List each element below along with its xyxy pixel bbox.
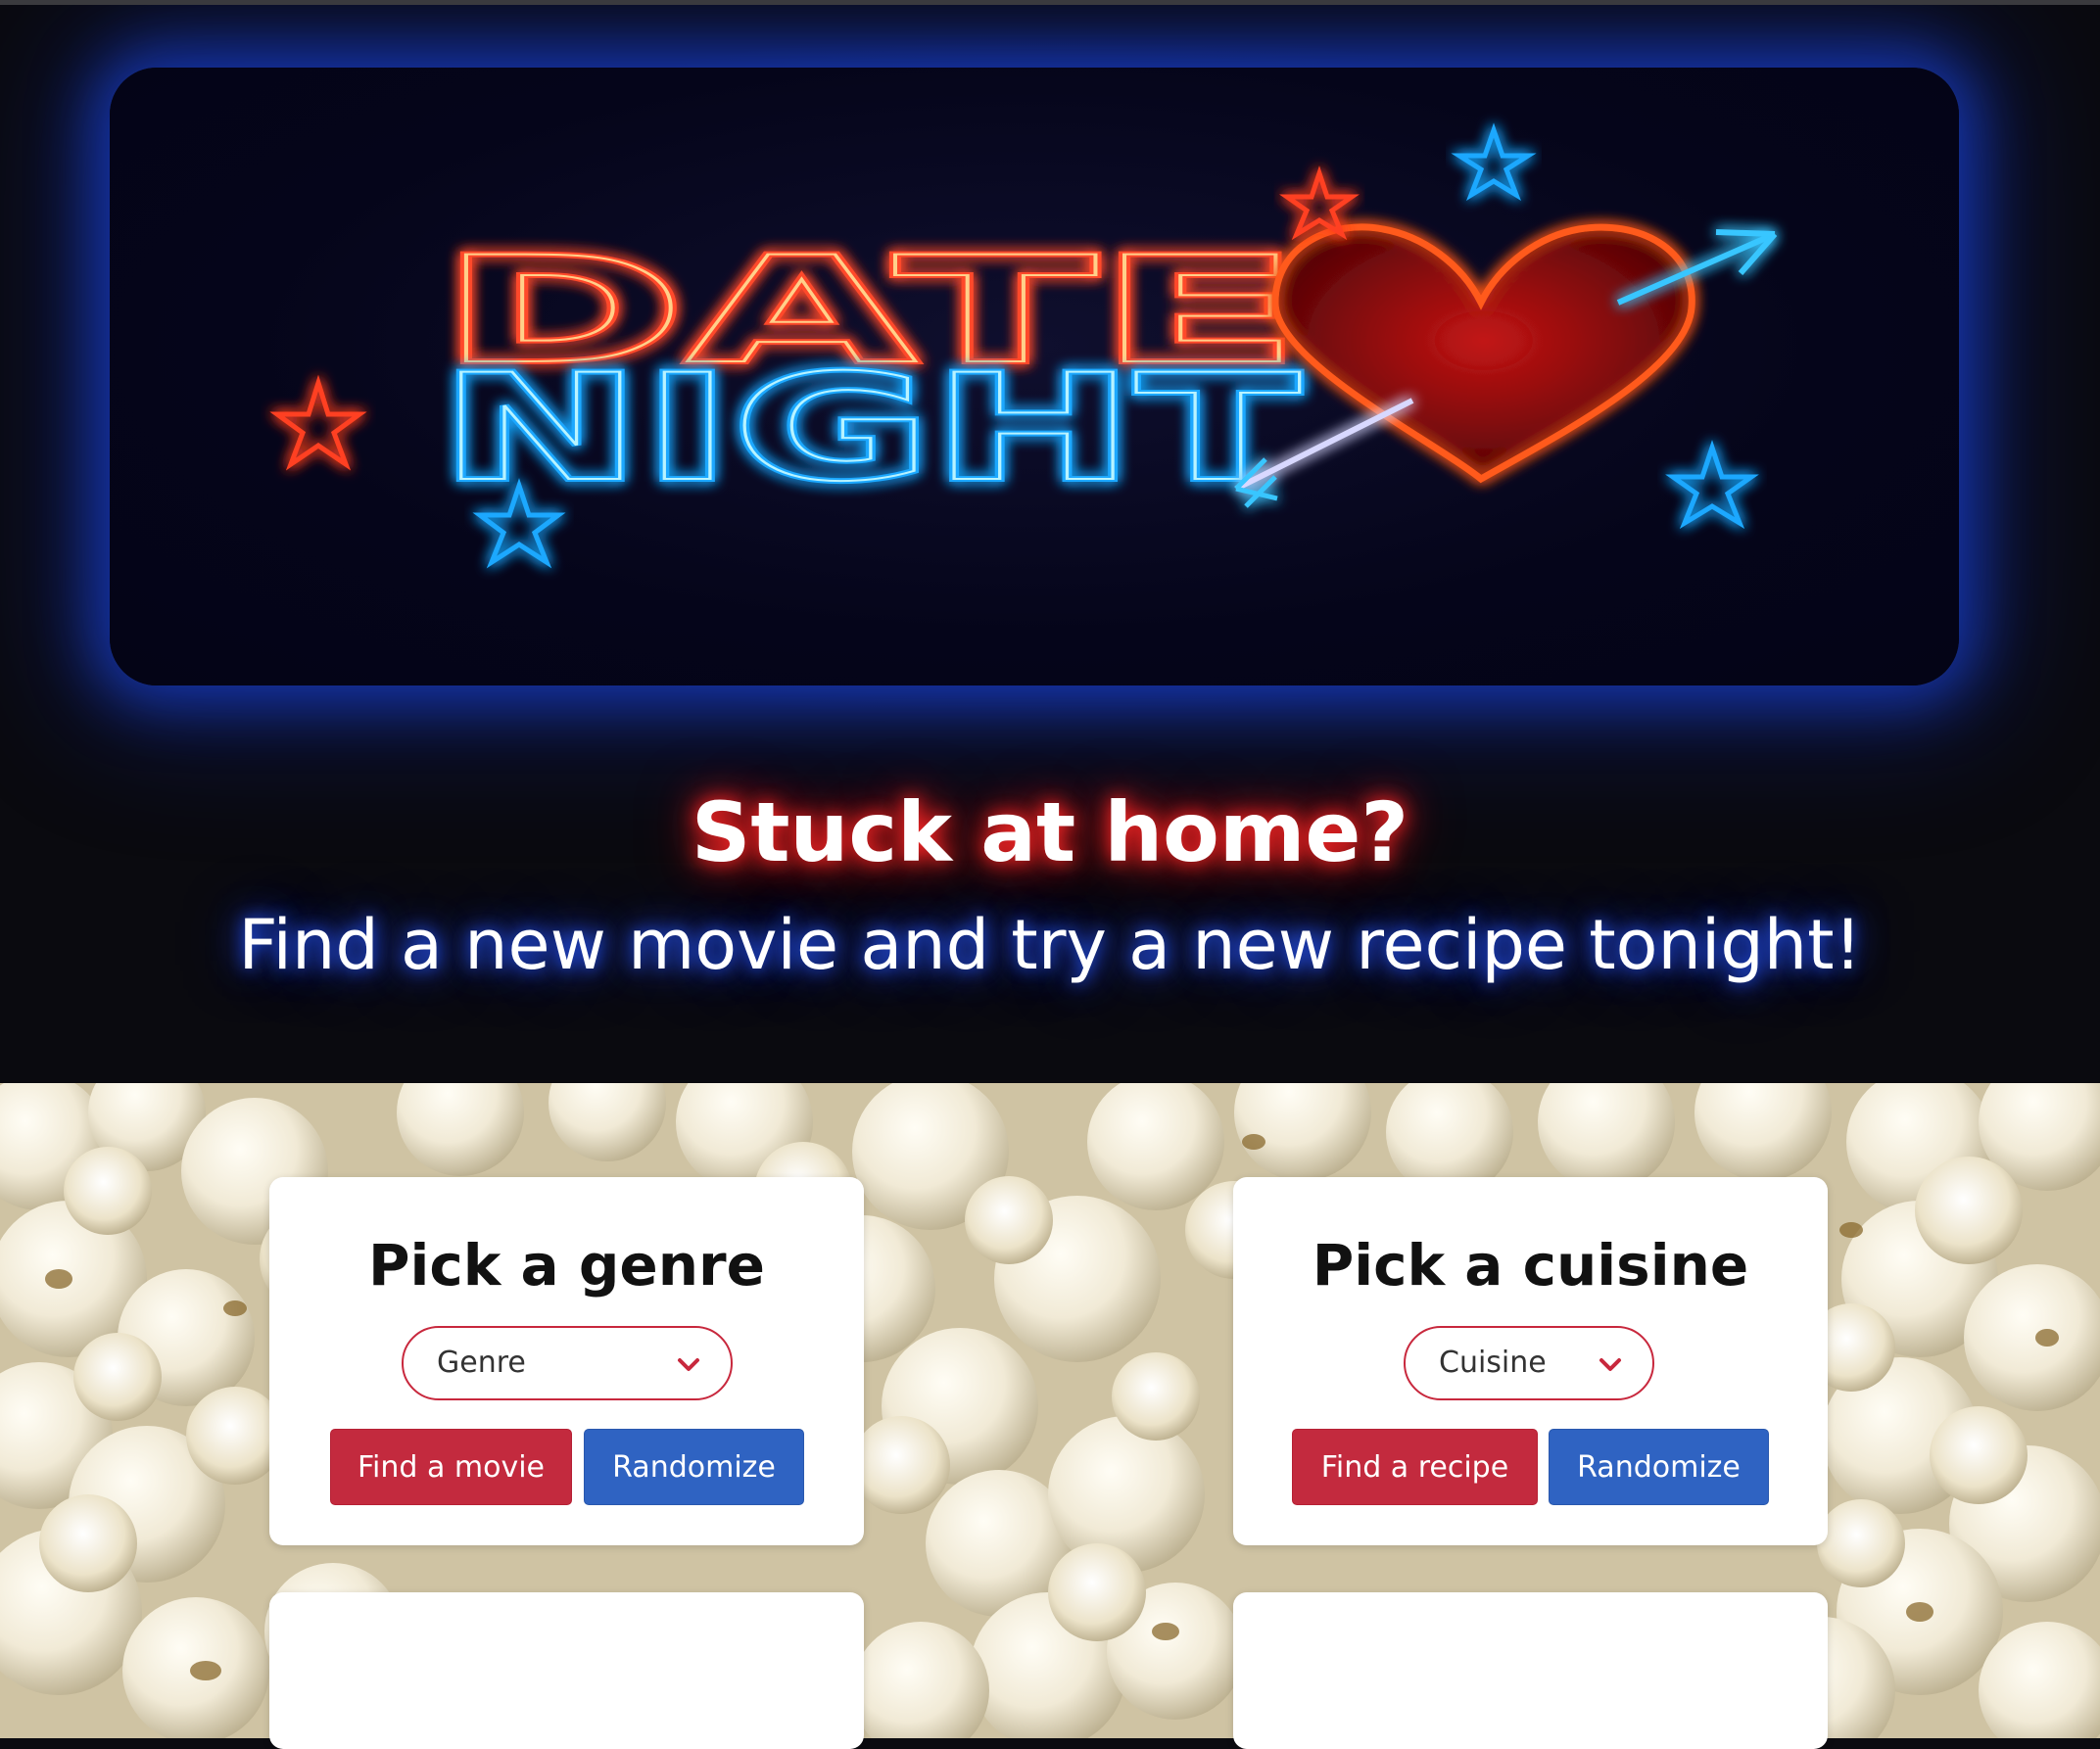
find-movie-button[interactable]: Find a movie: [330, 1429, 572, 1505]
cuisine-select-value: Cuisine: [1439, 1346, 1547, 1380]
cuisine-select[interactable]: Cuisine: [1404, 1326, 1654, 1400]
randomize-cuisine-button[interactable]: Randomize: [1549, 1429, 1769, 1505]
randomize-genre-button[interactable]: Randomize: [584, 1429, 804, 1505]
recipe-picker-card: Pick a cuisine Cuisine Find a recipe Ran…: [1233, 1177, 1828, 1545]
star-icon: [1279, 165, 1360, 241]
movie-picker-card: Pick a genre Genre Find a movie Randomiz…: [269, 1177, 864, 1545]
find-recipe-button[interactable]: Find a recipe: [1292, 1429, 1538, 1505]
chevron-down-icon: [678, 1358, 699, 1371]
movie-result-card: [269, 1592, 864, 1749]
chevron-down-icon: [1599, 1358, 1621, 1371]
hero-subline: Find a new movie and try a new recipe to…: [238, 905, 1862, 985]
star-icon: [1451, 122, 1537, 201]
neon-sign-graphic: DATE DATE NIGHT NIGHT: [269, 122, 1778, 569]
recipe-card-title: Pick a cuisine: [1312, 1232, 1749, 1299]
genre-select[interactable]: Genre: [402, 1326, 733, 1400]
hero-section: DATE DATE NIGHT NIGHT Stuck at home? Fin…: [0, 5, 2100, 1083]
banner-text-night-inner: NIGHT: [439, 344, 1301, 514]
date-night-banner: DATE DATE NIGHT NIGHT: [110, 68, 1959, 685]
recipe-result-card: [1233, 1592, 1828, 1749]
hero-headline: Stuck at home?: [691, 784, 1409, 880]
star-icon: [269, 374, 367, 471]
star-icon: [1665, 440, 1759, 530]
genre-select-value: Genre: [437, 1346, 526, 1380]
movie-card-title: Pick a genre: [368, 1232, 765, 1299]
